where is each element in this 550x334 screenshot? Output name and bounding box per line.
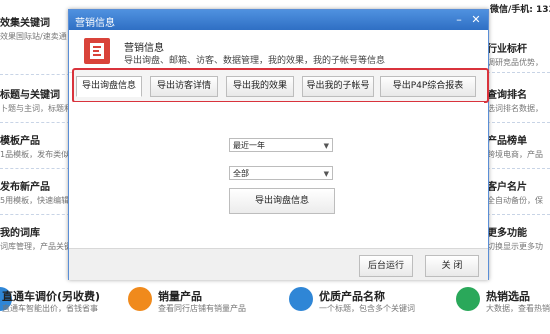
dialog-title: 营销信息 xyxy=(75,18,115,29)
status-select[interactable]: 全部 ▼ xyxy=(229,166,333,180)
time-range-value: 最近一年 xyxy=(233,141,265,150)
bg-item-desc: 词库管理，产品关键 xyxy=(0,242,72,251)
bg-item-title-keywords[interactable]: 标题与关键词 卜题与主词，标题和 xyxy=(0,86,72,114)
export-inquiry-button[interactable]: 导出询盘信息 xyxy=(229,188,335,214)
divider xyxy=(487,72,550,73)
bg-item-my-lexicon[interactable]: 我的词库 词库管理，产品关键 xyxy=(0,224,72,252)
header-title: 营销信息 xyxy=(124,43,164,54)
bg-item-desc: 跨境电商，产品 xyxy=(487,150,543,159)
time-range-select[interactable]: 最近一年 ▼ xyxy=(229,138,333,152)
divider xyxy=(0,168,70,169)
chevron-down-icon: ▼ xyxy=(323,142,329,150)
bg-item-title: 查询排名 xyxy=(487,90,527,101)
header-description: 导出询盘、邮箱、访客、数据管理，我的效果，我的子帐号等信息 xyxy=(124,56,386,66)
bg-item-title: 客户名片 xyxy=(487,182,527,193)
feature-title: 热销选品 xyxy=(486,290,530,303)
divider xyxy=(487,214,550,215)
marketing-info-dialog: 营销信息 – ✕ 营销信息 导出询盘、邮箱、访客、数据管理，我的效果，我的子帐号… xyxy=(68,9,489,280)
bg-item-desc: 效果国际站/速卖通 xyxy=(0,32,67,41)
divider xyxy=(0,74,70,75)
bg-item-desc: 全自动备份，保 xyxy=(487,196,543,205)
minimize-icon[interactable]: – xyxy=(452,13,466,27)
bg-item-product-ranking[interactable]: 产品榜单 跨境电商，产品 xyxy=(487,132,550,160)
feature-title: 直通车调价(另收费) xyxy=(2,290,101,303)
background-run-button[interactable]: 后台运行 xyxy=(359,255,413,277)
bg-item-title: 行业标杆 xyxy=(487,44,527,55)
background-left-panel: 效集关键词 效果国际站/速卖通 标题与关键词 卜题与主词，标题和 模板产品 1品… xyxy=(0,0,72,270)
feature-desc: 一个标题，包含多个关键词 xyxy=(319,304,415,313)
feature-title: 优质产品名称 xyxy=(319,290,385,303)
lightning-icon xyxy=(289,287,313,311)
chevron-down-icon: ▼ xyxy=(323,170,329,178)
feature-desc: 查看同行店铺有销量产品 xyxy=(158,304,246,313)
tab-export-p4p-report[interactable]: 导出P4P综合报表 xyxy=(380,76,476,97)
bg-item-title: 产品榜单 xyxy=(487,136,527,147)
close-button[interactable]: 关 闭 xyxy=(425,255,479,277)
divider xyxy=(487,122,550,123)
inquiry-export-panel: 最近一年 ▼ 全部 ▼ 导出询盘信息 xyxy=(73,102,484,248)
bg-item-desc: 调研竞品优势， xyxy=(487,58,543,67)
tab-export-effect[interactable]: 导出我的效果 xyxy=(226,76,294,97)
bg-item-desc: 5用模板，快速编辑 xyxy=(0,196,70,205)
tab-export-subaccount[interactable]: 导出我的子帐号 xyxy=(302,76,374,97)
dialog-header: 营销信息 导出询盘、邮箱、访客、数据管理，我的效果，我的子帐号等信息 xyxy=(69,30,488,73)
bg-item-customer-card[interactable]: 客户名片 全自动备份，保 xyxy=(487,178,550,206)
bg-item-more-features[interactable]: 更多功能 切换显示更多功 xyxy=(487,224,550,252)
bg-item-title: 我的词库 xyxy=(0,228,40,239)
bg-item-template-product[interactable]: 模板产品 1品模板，发布类似 xyxy=(0,132,70,160)
gear-icon xyxy=(456,287,480,311)
bg-item-desc: 1品模板，发布类似 xyxy=(0,150,70,159)
bg-item-benchmark[interactable]: 行业标杆 调研竞品优势， xyxy=(487,40,550,68)
status-value: 全部 xyxy=(233,169,249,178)
bg-item-publish-product[interactable]: 发布新产品 5用模板，快速编辑 xyxy=(0,178,70,206)
bg-item-desc: 选词排名数据， xyxy=(487,104,543,113)
dialog-footer: 后台运行 关 闭 xyxy=(69,248,488,280)
bg-item-desc: 切换显示更多功 xyxy=(487,242,543,251)
feature-desc: 直通车智能出价，省钱省事 xyxy=(2,304,98,313)
divider xyxy=(0,214,70,215)
bg-item-query-ranking[interactable]: 查询排名 选词排名数据， xyxy=(487,86,550,114)
bg-item-title: 更多功能 xyxy=(487,228,527,239)
feature-desc: 大数据，查看热销 xyxy=(486,304,550,313)
tab-export-visitor[interactable]: 导出访客详情 xyxy=(150,76,218,97)
bg-item-title: 效集关键词 xyxy=(0,18,50,29)
tab-export-inquiry[interactable]: 导出询盘信息 xyxy=(76,76,142,97)
bg-item-title: 模板产品 xyxy=(0,136,40,147)
document-icon xyxy=(84,38,110,64)
list-icon xyxy=(128,287,152,311)
close-icon[interactable]: ✕ xyxy=(469,13,483,27)
dialog-titlebar[interactable]: 营销信息 – ✕ xyxy=(69,10,488,30)
bg-item-keyword-collect[interactable]: 效集关键词 效果国际站/速卖通 xyxy=(0,14,70,42)
tab-bar: 导出询盘信息 导出访客详情 导出我的效果 导出我的子帐号 导出P4P综合报表 xyxy=(72,68,489,103)
divider xyxy=(487,168,550,169)
bg-item-desc: 卜题与主词，标题和 xyxy=(0,104,72,113)
bg-item-title: 标题与关键词 xyxy=(0,90,60,101)
bg-item-title: 发布新产品 xyxy=(0,182,50,193)
background-right-panel: 行业标杆 调研竞品优势， 查询排名 选词排名数据， 产品榜单 跨境电商，产品 客… xyxy=(487,14,550,284)
divider xyxy=(0,122,70,123)
feature-title: 销量产品 xyxy=(158,290,202,303)
